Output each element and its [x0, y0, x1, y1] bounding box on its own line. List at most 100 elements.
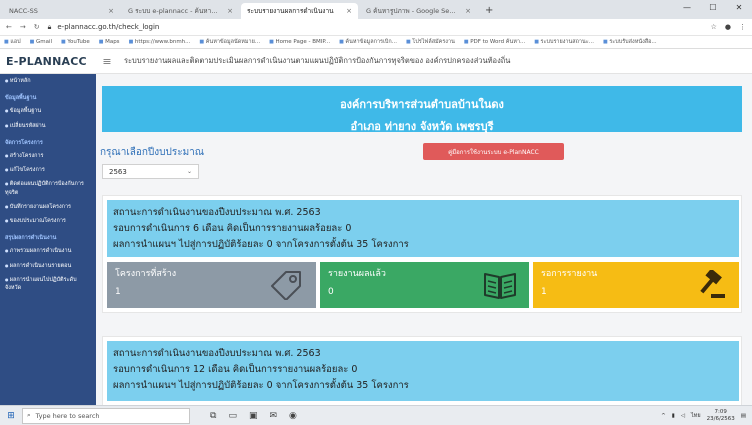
show-hidden-icons[interactable]: ^	[661, 413, 666, 419]
maximize-icon[interactable]: ☐	[700, 0, 726, 16]
tab-label: ระบบรายงานผลการดำเนินงาน	[247, 7, 334, 15]
bookmark-star-icon[interactable]: ☆	[711, 23, 717, 31]
sidebar-item[interactable]: แก้ไขโครงการ	[0, 163, 96, 177]
status-summary: สถานะการดำเนินงานของปีงบประมาณ พ.ศ. 2563…	[107, 200, 739, 257]
close-tab-icon[interactable]: ×	[465, 7, 471, 15]
open-book-icon	[484, 273, 516, 299]
status-card-6-month: สถานะการดำเนินงานของปีงบประมาณ พ.ศ. 2563…	[102, 195, 742, 313]
menu-toggle-icon[interactable]: ≡	[98, 55, 116, 68]
close-tab-icon[interactable]: ×	[227, 7, 233, 15]
org-banner: องค์การบริหารส่วนตำบลบ้านในดง อำเภอ ท่าย…	[102, 86, 742, 133]
tab-label: NACC-SS	[9, 7, 38, 15]
bookmark-item[interactable]: โปรไฟล์สมัครงาน	[406, 38, 455, 46]
sidebar-item[interactable]: สร้างโครงการ	[0, 149, 96, 163]
year-prompt: กรุณาเลือกปีงบประมาณ	[100, 147, 205, 158]
address-bar: ← → ↻ 🔒︎ e-plannacc.go.th/check_login ☆ ●…	[0, 19, 752, 36]
tab-label: G ค้นหารูปภาพ - Google Search	[366, 7, 458, 15]
store-icon[interactable]: ▣	[249, 411, 258, 421]
sidebar-item[interactable]: ภาพรวมผลการดำเนินงาน	[0, 244, 96, 258]
gavel-icon	[700, 270, 725, 298]
main-content: องค์การบริหารส่วนตำบลบ้านในดง อำเภอ ท่าย…	[96, 74, 752, 405]
forward-icon[interactable]: →	[20, 23, 26, 31]
back-icon[interactable]: ←	[6, 23, 12, 31]
bookmark-item[interactable]: Maps	[99, 39, 119, 45]
sidebar-section-heading: ข้อมูลพื้นฐาน	[5, 95, 37, 102]
browser-tab[interactable]: G ระบบ e-plannacc - ค้นหาด้วย Google ×	[122, 3, 239, 19]
clock-time: 7:09	[714, 408, 727, 415]
app-header: E-PLANNACC ≡ ระบบรายงานผลและติดตามประเมิ…	[0, 49, 752, 74]
tile-reported[interactable]: รายงานผลแล้ว 0	[320, 262, 529, 308]
search-icon: ⌕	[27, 411, 31, 419]
bookmark-item[interactable]: ค้นหาข้อมูลการเบิก...	[339, 38, 397, 46]
status-line-result: ผลการนำแผนฯ ไปสู่การปฏิบัติร้อยละ 0 จากโ…	[113, 239, 409, 250]
profile-icon[interactable]: ●	[725, 23, 731, 31]
status-line-year: สถานะการดำเนินงานของปีงบประมาณ พ.ศ. 2563	[113, 348, 321, 359]
sidebar-item[interactable]: ผลการดำเนินงานรายตอน	[0, 259, 96, 273]
browser-tab[interactable]: NACC-SS ×	[3, 3, 120, 19]
clock[interactable]: 7:09 23/6/2563	[707, 409, 735, 423]
minimize-icon[interactable]: —	[674, 0, 700, 16]
sidebar-section-heading: จัดการโครงการ	[5, 139, 43, 146]
bookmark-item[interactable]: แอป	[4, 38, 20, 46]
bookmark-item[interactable]: Home Page - BMIP...	[269, 39, 330, 45]
bookmark-item[interactable]: ระบบรายงานสถานะ...	[534, 38, 594, 46]
status-line-round: รอบการดำเนินการ 12 เดือน คิดเป็นการรายงา…	[113, 364, 358, 375]
taskbar-search[interactable]: ⌕ Type here to search	[22, 407, 190, 424]
chrome-icon[interactable]: ◉	[289, 411, 297, 421]
status-summary: สถานะการดำเนินงานของปีงบประมาณ พ.ศ. 2563…	[107, 341, 739, 401]
browser-tab[interactable]: G ค้นหารูปภาพ - Google Search ×	[360, 3, 477, 19]
status-card-12-month: สถานะการดำเนินงานของปีงบประมาณ พ.ศ. 2563…	[102, 336, 742, 405]
sidebar-item[interactable]: เปลี่ยนรหัสผ่าน	[0, 119, 96, 133]
app-logo[interactable]: E-PLANNACC	[0, 55, 96, 68]
fiscal-year-select[interactable]: 2563 ⌄	[102, 164, 199, 179]
volume-icon[interactable]: ◁	[681, 413, 685, 419]
bookmark-item[interactable]: https://www.bnmh...	[129, 39, 191, 45]
status-line-year: สถานะการดำเนินงานของปีงบประมาณ พ.ศ. 2563	[113, 207, 321, 218]
bookmarks-bar: แอป Gmail YouTube Maps https://www.bnmh... ค้…	[0, 36, 752, 49]
close-tab-icon[interactable]: ×	[346, 7, 352, 15]
task-view-icon[interactable]: ⧉	[210, 411, 216, 421]
file-explorer-icon[interactable]: ▭	[228, 411, 237, 421]
windows-taskbar: ⊞ ⌕ Type here to search ⧉ ▭ ▣ ✉ ◉ ^ ▮ ◁ …	[0, 405, 752, 425]
close-window-icon[interactable]: ✕	[726, 0, 752, 16]
url-input[interactable]: e-plannacc.go.th/check_login	[57, 23, 159, 31]
sidebar: หน้าหลักข้อมูลพื้นฐานข้อมูลพื้นฐานเปลี่ย…	[0, 74, 96, 405]
sidebar-item[interactable]: หน้าหลัก	[0, 74, 96, 88]
mail-icon[interactable]: ✉	[269, 411, 277, 421]
sidebar-item[interactable]: ของบประมาณโครงการ	[0, 214, 96, 228]
reload-icon[interactable]: ↻	[34, 23, 40, 31]
sidebar-item[interactable]: ติดต่อแผนปฏิบัติการป้องกันการทุจริต	[0, 177, 96, 200]
chevron-down-icon: ⌄	[186, 168, 192, 175]
language-indicator[interactable]: ไทย	[691, 412, 701, 420]
taskbar-search-placeholder: Type here to search	[35, 411, 100, 420]
clock-date: 23/6/2563	[706, 415, 735, 422]
network-icon[interactable]: ▮	[672, 413, 675, 419]
sidebar-item[interactable]: ผลการนำแผนไปปฏิบัติระดับจังหวัด	[0, 273, 96, 296]
sidebar-section-heading: สรุปผลการดำเนินงาน	[5, 235, 57, 242]
selected-year: 2563	[109, 167, 127, 176]
tile-awaiting-report[interactable]: รอการรายงาน 1	[533, 262, 739, 308]
bookmark-item[interactable]: PDF to Word ค้นหา...	[464, 38, 525, 46]
status-line-result: ผลการนำแผนฯ ไปสู่การปฏิบัติร้อยละ 0 จากโ…	[113, 380, 409, 391]
status-line-round: รอบการดำเนินการ 6 เดือน คิดเป็นการรายงาน…	[113, 223, 352, 234]
tab-label: G ระบบ e-plannacc - ค้นหาด้วย Google	[128, 7, 220, 15]
notification-icon[interactable]: ▤	[741, 413, 746, 419]
bookmark-item[interactable]: ค้นหาข้อมูลนัดหมาย...	[199, 38, 260, 46]
secure-lock-icon[interactable]: 🔒︎	[48, 23, 52, 32]
browser-menu-icon[interactable]: ⋮	[739, 23, 746, 31]
browser-tab-active[interactable]: ระบบรายงานผลการดำเนินงาน ×	[241, 3, 358, 19]
bookmark-item[interactable]: ระบบรับส่งหนังสือ...	[603, 38, 656, 46]
system-tray: ^ ▮ ◁ ไทย 7:09 23/6/2563 ▤	[661, 409, 752, 423]
bookmark-item[interactable]: Gmail	[30, 39, 52, 45]
close-tab-icon[interactable]: ×	[108, 7, 114, 15]
tile-projects-created[interactable]: โครงการที่สร้าง 1	[107, 262, 316, 308]
tag-icon	[271, 271, 301, 300]
sidebar-item[interactable]: ข้อมูลพื้นฐาน	[0, 104, 96, 118]
org-location: อำเภอ ท่ายาง จังหวัด เพชรบุรี	[350, 120, 494, 133]
sidebar-item[interactable]: บันทึกรายงานผลโครงการ	[0, 200, 96, 214]
user-guide-button[interactable]: คู่มือการใช้งานระบบ e-PlanNACC	[423, 143, 564, 160]
windows-start-icon[interactable]: ⊞	[0, 411, 22, 421]
browser-tab-bar: NACC-SS × G ระบบ e-plannacc - ค้นหาด้วย G…	[0, 0, 752, 19]
bookmark-item[interactable]: YouTube	[61, 39, 89, 45]
new-tab-button[interactable]: +	[479, 5, 499, 19]
